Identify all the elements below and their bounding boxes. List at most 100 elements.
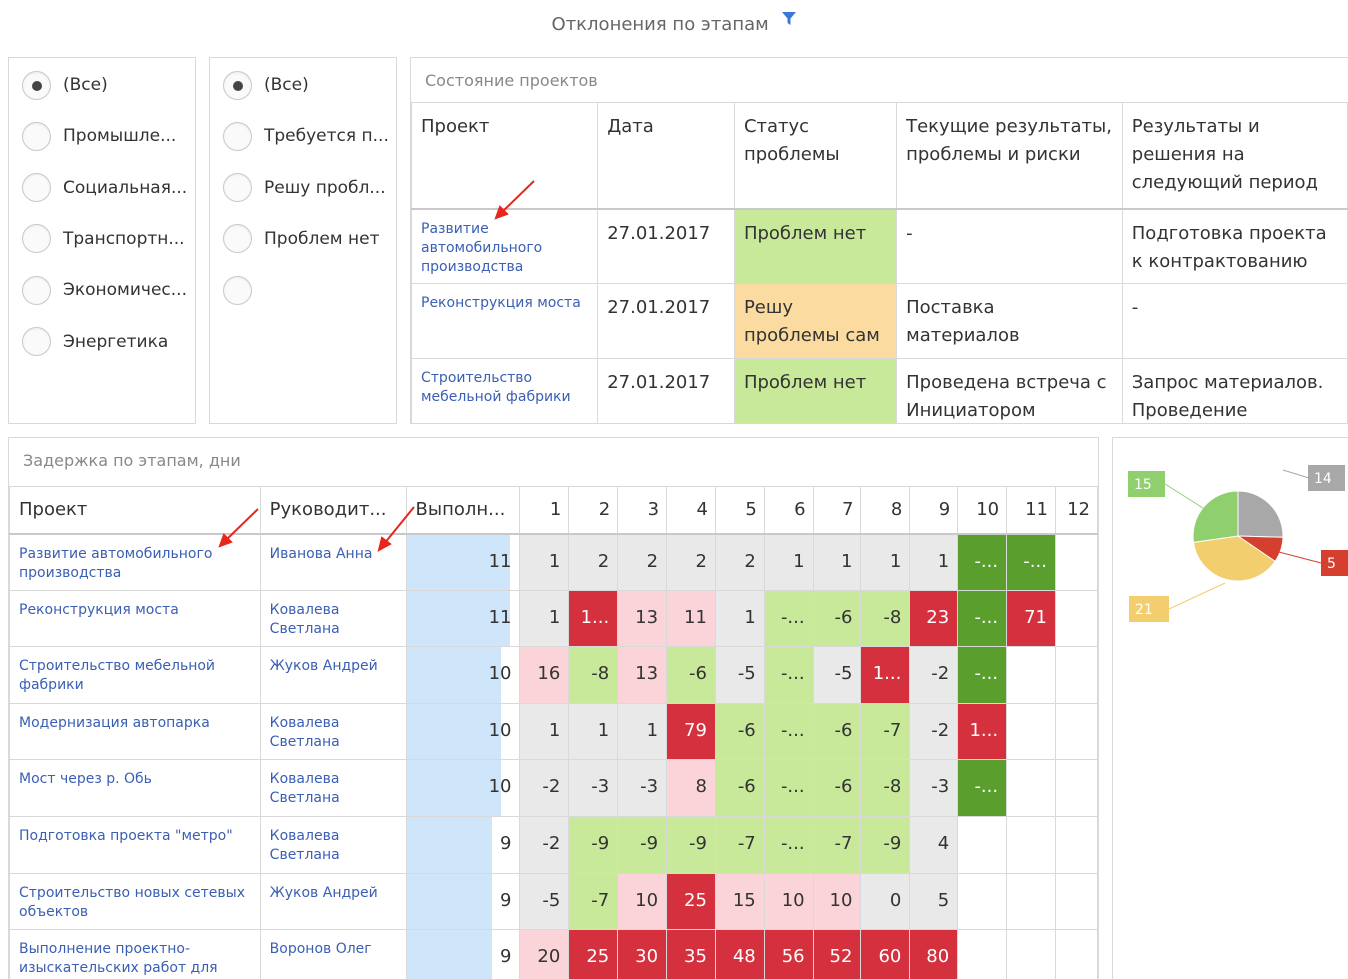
header-manager[interactable]: Руководит...	[259, 486, 407, 535]
header-done[interactable]: Выполн...	[405, 486, 521, 535]
header-stage[interactable]: 8	[860, 486, 911, 535]
stage-delay-cell: -2	[519, 815, 570, 874]
manager-link[interactable]: Жуков Андрей	[259, 872, 407, 931]
header-stage[interactable]: 2	[568, 486, 619, 535]
manager-link[interactable]: Жуков Андрей	[259, 646, 407, 704]
next-results-cell: Подготовка проекта к контрактованию	[1121, 208, 1348, 284]
manager-link[interactable]: Ковалева Светлана	[259, 759, 407, 817]
header-stage[interactable]: 4	[666, 486, 716, 535]
status-cell: Проблем нет	[733, 208, 898, 284]
pie-slice[interactable]	[1237, 490, 1284, 538]
header-status[interactable]: Статус проблемы	[733, 102, 898, 210]
header-stage[interactable]: 7	[812, 486, 862, 535]
header-stage[interactable]: 11	[1006, 486, 1056, 535]
page-title: Отклонения по этапам	[0, 11, 1348, 35]
header-current-results[interactable]: Текущие результаты, проблемы и риски	[896, 102, 1123, 210]
stage-delay-cell: -...	[763, 646, 814, 704]
stage-delay-cell: 25	[666, 872, 716, 931]
stage-delay-cell: 23	[909, 589, 959, 648]
filter-icon[interactable]	[782, 11, 797, 32]
stage-delay-panel: Задержка по этапам, дни Проект Руководит.…	[8, 437, 1099, 979]
manager-link[interactable]: Воронов Олег	[259, 929, 407, 979]
header-next-results[interactable]: Результаты и решения на следующий период	[1121, 102, 1348, 210]
radio-button[interactable]	[223, 224, 252, 254]
status-filter-option[interactable]: Проблем нет	[223, 224, 380, 254]
industry-filter-option[interactable]: Промышле...	[22, 121, 176, 151]
done-bar	[407, 817, 492, 873]
stage-delay-cell: -...	[763, 589, 814, 648]
stage-delay-cell: 71	[1006, 589, 1056, 648]
project-link[interactable]: Строительство мебельной фабрики	[411, 358, 599, 423]
header-stage[interactable]: 5	[714, 486, 765, 535]
industry-filter-option[interactable]: Энергетика	[22, 327, 168, 357]
stage-delay-cell: 2	[617, 533, 668, 591]
stage-delay-cell	[1054, 759, 1098, 817]
stage-delay-cell: -3	[909, 759, 959, 817]
pie-leader-line	[1282, 469, 1310, 479]
radio-button[interactable]	[22, 173, 51, 203]
project-link[interactable]: Реконструкция моста	[411, 283, 599, 359]
done-cell: 9	[405, 929, 521, 979]
stage-delay-cell: 1	[909, 533, 959, 591]
done-value: 9	[500, 889, 512, 911]
done-bar	[407, 647, 501, 703]
done-cell: 9	[405, 872, 521, 931]
status-filter-panel: (Все) Требуется п... Решу пробл... Проблем …	[209, 57, 397, 424]
radio-button[interactable]	[223, 275, 252, 305]
radio-button[interactable]	[223, 121, 252, 151]
status-filter-option-label: Решу пробл...	[264, 177, 386, 198]
stage-delay-cell: 1	[519, 533, 570, 591]
manager-link[interactable]: Иванова Анна	[259, 533, 407, 591]
done-value: 11	[488, 550, 512, 572]
project-link[interactable]: Строительство мебельной фабрики	[9, 646, 261, 704]
stage-delay-cell: -3	[568, 759, 619, 817]
status-filter-option[interactable]	[223, 275, 264, 305]
industry-filter-option[interactable]: Экономичес...	[22, 275, 187, 305]
project-link[interactable]: Реконструкция моста	[9, 589, 261, 648]
project-link[interactable]: Выполнение проектно-изыскательских работ…	[9, 929, 261, 979]
industry-filter-option-label: (Все)	[63, 75, 108, 95]
header-date[interactable]: Дата	[597, 102, 735, 210]
status-filter-option-label: Требуется п...	[264, 126, 389, 147]
stage-delay-cell: -6	[812, 759, 862, 817]
radio-button[interactable]	[22, 121, 51, 151]
pie-slice[interactable]	[1192, 490, 1239, 543]
stage-delay-cell	[1006, 759, 1056, 817]
industry-filter-option[interactable]: Социальная...	[22, 173, 187, 203]
industry-filter-option-label: Экономичес...	[63, 280, 187, 301]
manager-link[interactable]: Ковалева Светлана	[259, 815, 407, 874]
stage-delay-cell: 10	[617, 872, 668, 931]
radio-button[interactable]	[22, 275, 51, 305]
status-filter-option[interactable]: Требуется п...	[223, 121, 389, 151]
radio-button[interactable]	[22, 327, 51, 356]
project-link[interactable]: Развитие автомобильного производства	[411, 208, 599, 284]
header-stage[interactable]: 9	[909, 486, 959, 535]
status-filter-option[interactable]: (Все)	[223, 70, 309, 100]
header-stage[interactable]: 12	[1054, 486, 1098, 535]
radio-button[interactable]	[22, 70, 51, 100]
manager-link[interactable]: Ковалева Светлана	[259, 702, 407, 761]
manager-link[interactable]: Ковалева Светлана	[259, 589, 407, 648]
header-stage[interactable]: 6	[763, 486, 814, 535]
project-status-caption: Состояние проектов	[425, 71, 598, 90]
done-cell: 10	[405, 702, 521, 761]
industry-filter-option[interactable]: (Все)	[22, 70, 108, 100]
radio-button[interactable]	[223, 173, 252, 203]
header-stage[interactable]: 1	[519, 486, 570, 535]
radio-button[interactable]	[22, 224, 51, 254]
project-link[interactable]: Модернизация автопарка	[9, 702, 261, 761]
project-link[interactable]: Подготовка проекта "метро"	[9, 815, 261, 874]
header-stage[interactable]: 10	[957, 486, 1008, 535]
project-link[interactable]: Строительство новых сетевых объектов	[9, 872, 261, 931]
project-link[interactable]: Развитие автомобильного производства	[9, 533, 261, 591]
stage-delay-cell: -...	[957, 589, 1008, 648]
industry-filter-option[interactable]: Транспортн...	[22, 224, 185, 254]
stage-delay-cell: -7	[812, 815, 862, 874]
project-link[interactable]: Мост через р. Обь	[9, 759, 261, 817]
status-filter-option[interactable]: Решу пробл...	[223, 173, 386, 203]
header-project[interactable]: Проект	[411, 102, 599, 210]
header-stage[interactable]: 3	[617, 486, 668, 535]
radio-button[interactable]	[223, 70, 252, 100]
header-project[interactable]: Проект	[9, 486, 261, 535]
stage-delay-cell: 35	[666, 929, 716, 979]
